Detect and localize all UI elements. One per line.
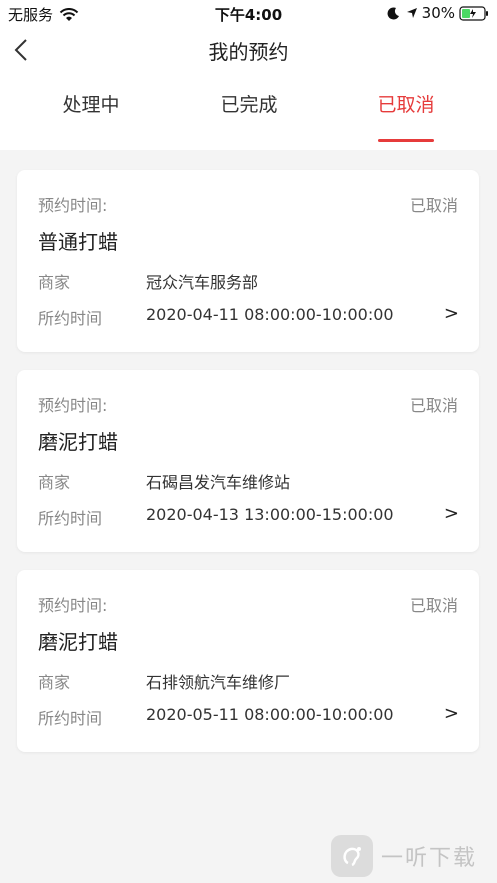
tab-processing[interactable]: 处理中	[41, 90, 141, 117]
service-name: 磨泥打蜡	[38, 630, 118, 654]
merchant-name: 石排领航汽车维修厂	[146, 673, 291, 692]
chevron-right-icon[interactable]: >	[444, 303, 459, 324]
merchant-name: 石碣昌发汽车维修站	[146, 473, 291, 492]
booked-time-value: 2020-04-13 13:00:00-15:00:00	[146, 505, 394, 524]
battery-charging-icon	[459, 5, 488, 21]
status-badge: 已取消	[409, 396, 458, 415]
ear-icon	[343, 847, 361, 867]
location-arrow-icon	[406, 8, 417, 18]
merchant-label: 商家	[38, 673, 71, 692]
watermark-text: 一听下载	[381, 846, 478, 871]
chevron-right-icon[interactable]: >	[444, 703, 459, 724]
watermark: 一听下载	[327, 829, 497, 883]
tab-cancelled[interactable]: 已取消	[356, 90, 456, 117]
merchant-label: 商家	[38, 473, 71, 492]
appointment-card[interactable]: 预约时间: 已取消 普通打蜡 商家 冠众汽车服务部 所约时间 2020-04-1…	[17, 170, 479, 352]
moon-icon	[387, 6, 399, 19]
status-badge: 已取消	[409, 596, 458, 615]
watermark-logo-icon	[331, 835, 373, 877]
merchant-name: 冠众汽车服务部	[146, 273, 259, 292]
appointment-time-label: 预约时间:	[38, 396, 108, 415]
merchant-label: 商家	[38, 273, 71, 292]
booked-time-label: 所约时间	[38, 509, 103, 528]
appointment-time-label: 预约时间:	[38, 196, 108, 215]
appointment-time-label: 预约时间:	[38, 596, 108, 615]
booked-time-value: 2020-04-11 08:00:00-10:00:00	[146, 305, 394, 324]
booked-time-label: 所约时间	[38, 709, 103, 728]
chevron-right-icon[interactable]: >	[444, 503, 459, 524]
nav-header: 我的预约	[0, 28, 497, 72]
booked-time-value: 2020-05-11 08:00:00-10:00:00	[146, 705, 394, 724]
service-name: 普通打蜡	[38, 230, 118, 254]
appointment-card[interactable]: 预约时间: 已取消 磨泥打蜡 商家 石排领航汽车维修厂 所约时间 2020-05…	[17, 570, 479, 752]
status-right: 30%	[387, 4, 489, 22]
battery-percent: 30%	[421, 4, 455, 22]
status-bar: 无服务 下午4:00 30%	[0, 0, 497, 28]
status-badge: 已取消	[409, 196, 458, 215]
tab-completed[interactable]: 已完成	[199, 90, 299, 117]
tab-bar: 处理中 已完成 已取消	[0, 72, 497, 150]
appointment-card[interactable]: 预约时间: 已取消 磨泥打蜡 商家 石碣昌发汽车维修站 所约时间 2020-04…	[17, 370, 479, 552]
booked-time-label: 所约时间	[38, 309, 103, 328]
service-name: 磨泥打蜡	[38, 430, 118, 454]
active-tab-indicator	[378, 139, 434, 142]
page-title: 我的预约	[208, 40, 289, 64]
